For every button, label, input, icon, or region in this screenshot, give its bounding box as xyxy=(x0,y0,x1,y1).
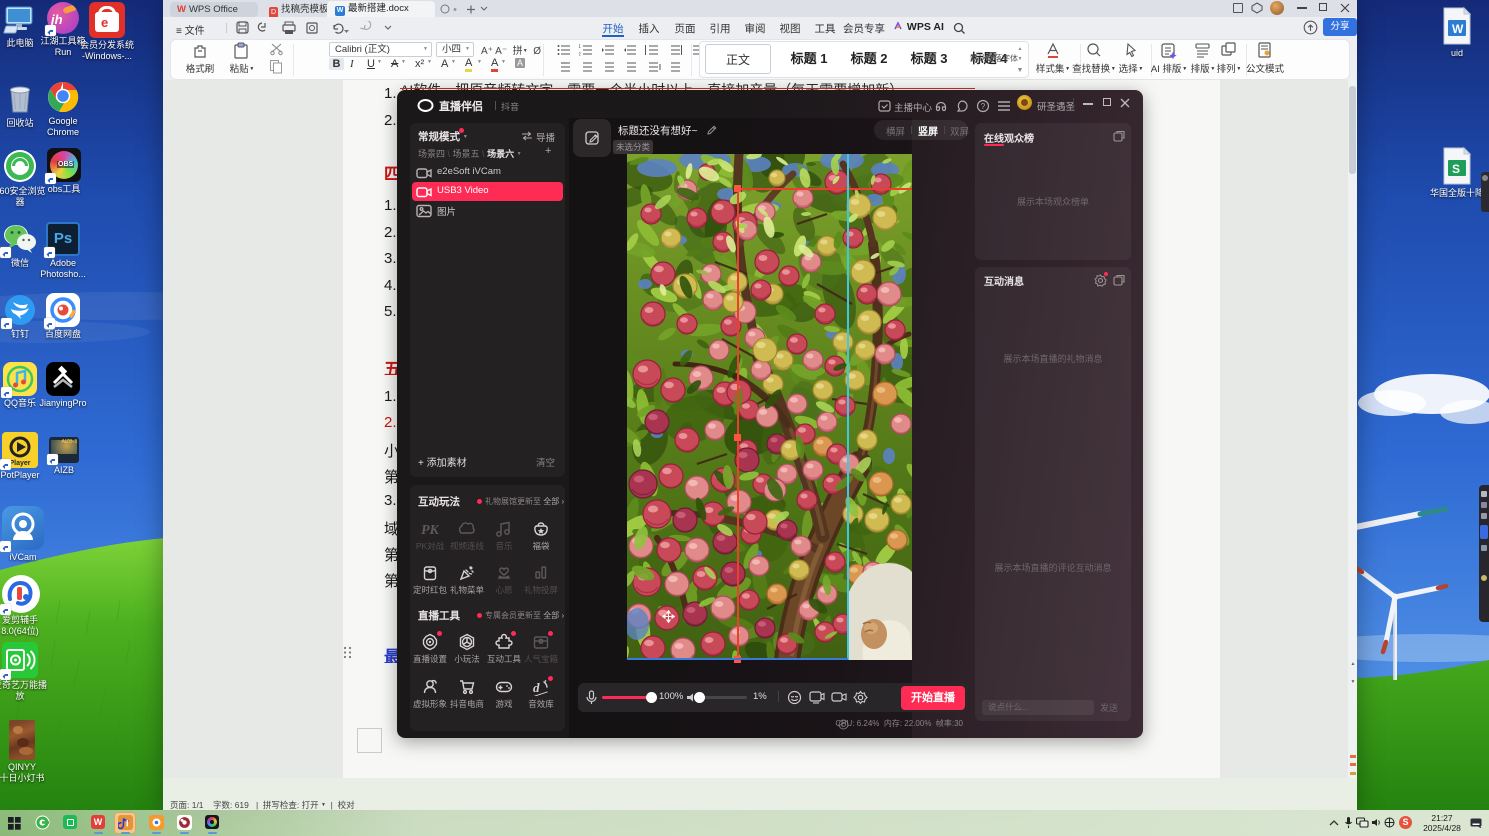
svg-text:?: ? xyxy=(981,102,986,111)
svg-text:1: 1 xyxy=(579,44,581,50)
svg-text:d: d xyxy=(533,680,540,695)
svg-text:2: 2 xyxy=(579,52,581,57)
svg-text:S: S xyxy=(1452,162,1460,176)
svg-text:PK: PK xyxy=(421,523,439,538)
svg-text:W: W xyxy=(1452,22,1464,36)
